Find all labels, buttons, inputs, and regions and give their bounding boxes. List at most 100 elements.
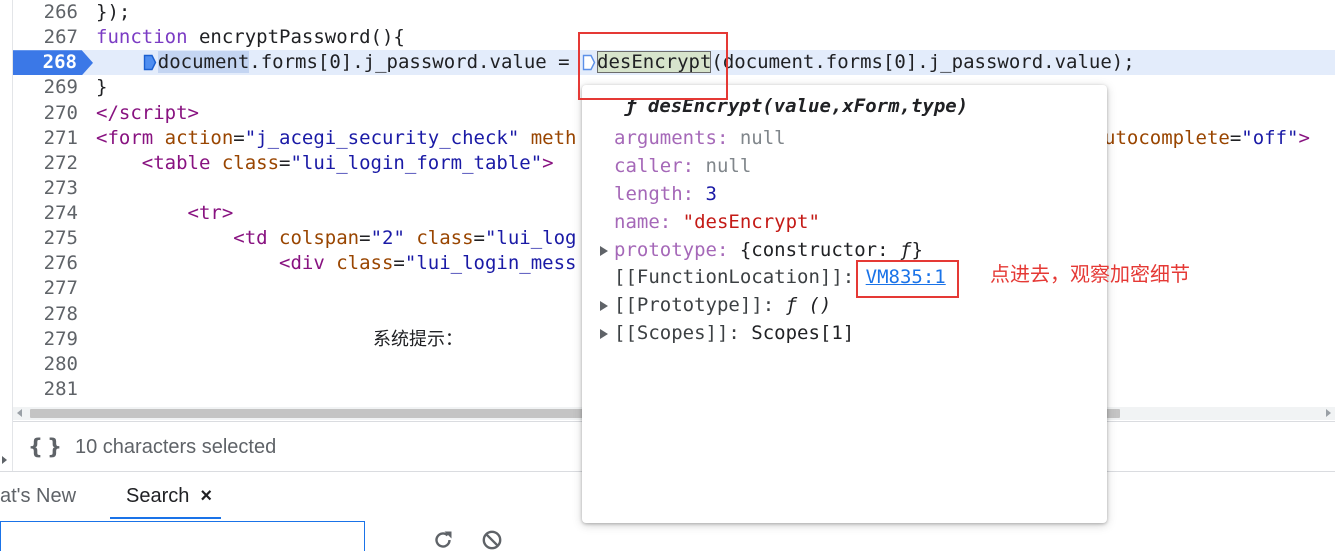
property-key: length [614, 182, 683, 205]
property-value-function: ƒ [900, 238, 912, 261]
line-number[interactable]: 280 [0, 352, 78, 377]
code-token: = [359, 227, 371, 250]
line-number[interactable]: 272 [0, 151, 78, 176]
line-number[interactable]: 277 [0, 276, 78, 301]
property-key: name [614, 210, 660, 233]
code-token: meth [519, 126, 577, 149]
property-value: null [705, 154, 752, 177]
line-number[interactable]: 276 [0, 251, 78, 276]
line-number[interactable]: 270 [0, 101, 78, 126]
line-number[interactable]: 269 [0, 75, 78, 100]
code-token: = [279, 151, 291, 174]
inline-breakpoint-icon[interactable] [142, 50, 158, 75]
code-line: 267 function encryptPassword(){ [0, 25, 1335, 50]
property-length: length: 3 [614, 181, 1094, 209]
line-number[interactable]: 278 [0, 302, 78, 327]
property-value-prefix: {constructor: [739, 238, 900, 261]
code-token: = [473, 227, 485, 250]
line-number[interactable]: 266 [0, 0, 78, 25]
line-number[interactable]: 281 [0, 377, 78, 402]
function-location-link[interactable]: VM835:1 [866, 266, 946, 288]
property-name: name: "desEncrypt" [614, 209, 1094, 237]
expand-triangle-icon[interactable] [600, 245, 608, 256]
code-line-paused: 268 document.forms[0].j_password.value =… [0, 50, 1335, 76]
property-key: prototype [614, 238, 717, 261]
property-separator: : [762, 294, 786, 317]
code-text: <div class="lui_login_mess [96, 251, 576, 276]
property-value: Scopes[1] [751, 322, 855, 345]
code-text: <tr> [96, 201, 234, 226]
line-number[interactable]: 268 [13, 50, 93, 76]
code-token: = [233, 126, 245, 149]
scroll-left-icon[interactable] [17, 409, 22, 417]
code-token: "j_acegi_security_check" [244, 126, 520, 149]
property-key: arguments [614, 127, 717, 149]
code-token: }); [96, 1, 131, 23]
hovered-identifier[interactable]: desEncrypt [597, 51, 712, 74]
close-icon[interactable]: × [200, 485, 212, 507]
tab-search[interactable]: Search × [126, 472, 212, 521]
code-token: } [96, 76, 108, 99]
code-token: > [542, 151, 554, 174]
property-value: null [739, 127, 786, 149]
property-value: "desEncrypt" [682, 210, 820, 233]
property-key-wrap: name: [614, 211, 683, 233]
popover-property-list: arguments: null caller: null length: 3 n… [600, 125, 1094, 348]
line-number[interactable]: 273 [0, 176, 78, 201]
code-token: > [1298, 126, 1310, 149]
line-number[interactable]: 274 [0, 201, 78, 226]
code-text: function encryptPassword(){ [96, 25, 405, 50]
line-number[interactable]: 267 [0, 25, 78, 50]
selection-info: 10 characters selected [75, 436, 277, 458]
property-caller: caller: null [614, 153, 1094, 181]
line-number[interactable]: 279 [0, 327, 78, 352]
property-key-wrap: caller: [614, 155, 706, 177]
search-toolbar [0, 521, 1335, 551]
property-arguments: arguments: null [614, 125, 1094, 153]
property-key: [[Prototype]] [614, 294, 763, 317]
code-token: class [210, 151, 280, 174]
property-separator: : [716, 127, 740, 149]
refresh-icon[interactable] [432, 529, 454, 551]
code-token: "lui_login_form_table" [290, 151, 543, 174]
tab-whats-new[interactable]: at's New [0, 472, 76, 521]
code-token: document [157, 51, 250, 74]
property-separator: : [842, 266, 866, 289]
property-scopes[interactable]: [[Scopes]]: Scopes[1] [600, 320, 1094, 348]
code-text: <td colspan="2" class="lui_log [96, 226, 576, 251]
property-key-wrap: length: [614, 183, 706, 205]
code-token: <tr> [96, 202, 234, 224]
expand-triangle-icon[interactable] [600, 301, 608, 312]
curly-braces-icon[interactable]: {} [28, 433, 66, 461]
expand-triangle-icon[interactable] [600, 329, 608, 340]
tab-search-label: Search [126, 485, 190, 507]
code-token: </script> [96, 101, 199, 124]
expand-toggle-icon[interactable] [2, 456, 7, 464]
function-preview-popover: ƒ desEncrypt(value,xForm,type) arguments:… [582, 85, 1107, 523]
code-token: 系统提示： [373, 328, 463, 350]
code-token: action [153, 126, 234, 149]
code-text-tail: 系统提示： [373, 327, 463, 352]
function-glyph: ƒ [625, 95, 637, 117]
line-number[interactable]: 275 [0, 226, 78, 251]
code-text: }); [96, 0, 130, 25]
line-number[interactable]: 271 [0, 126, 78, 151]
property-internal-prototype[interactable]: [[Prototype]]: ƒ () [600, 292, 1094, 320]
code-token: <form [96, 126, 154, 149]
property-value-suffix: } [911, 238, 923, 261]
code-text-tail: utocomplete="off"> [1104, 126, 1310, 151]
property-key: [[Scopes]] [614, 322, 729, 345]
code-token: utocomplete [1104, 126, 1230, 149]
property-key-wrap: [[Scopes]]: [614, 322, 751, 344]
code-token: function [96, 26, 188, 49]
popover-title: ƒ desEncrypt(value,xForm,type) [625, 92, 968, 120]
code-token: "lui_login_mess [404, 252, 577, 275]
clear-icon[interactable] [481, 529, 503, 551]
search-input[interactable] [0, 521, 365, 551]
scroll-right-icon[interactable] [1326, 409, 1331, 417]
property-separator: : [728, 322, 752, 345]
property-separator: : [682, 182, 706, 205]
inline-breakpoint-icon[interactable] [581, 50, 597, 75]
property-value: 3 [705, 182, 717, 205]
code-token: .forms[0].j_password.value = [249, 51, 582, 74]
